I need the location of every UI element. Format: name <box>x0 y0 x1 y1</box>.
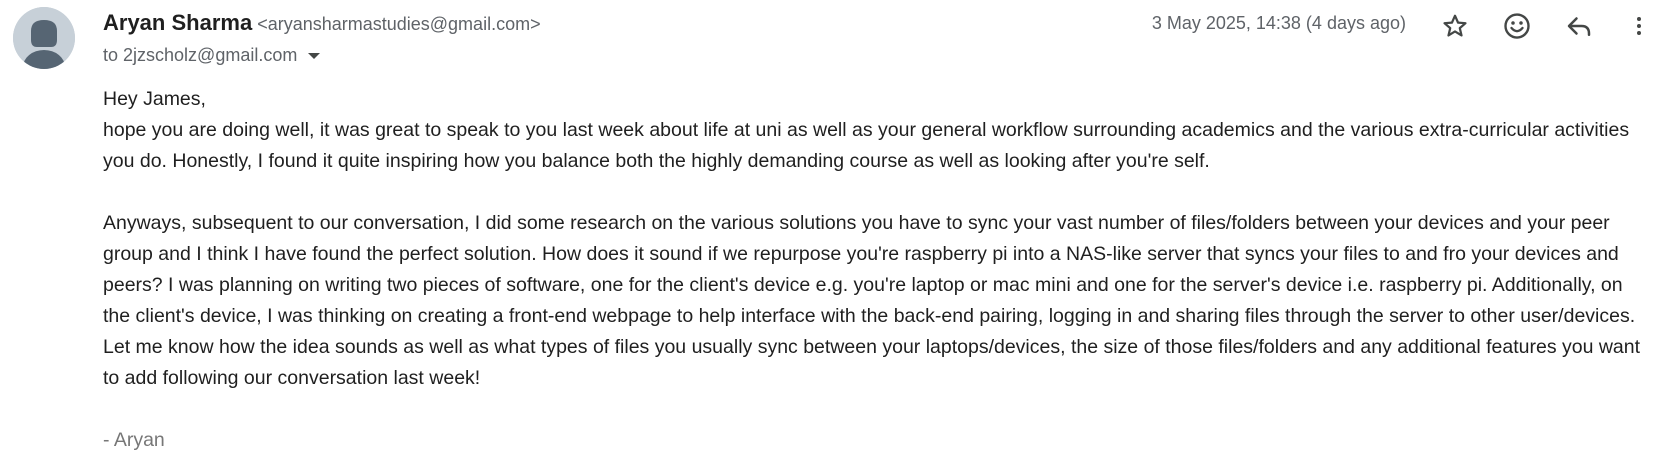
more-options-button[interactable] <box>1621 8 1657 44</box>
sender-name[interactable]: Aryan Sharma <box>103 10 252 36</box>
person-icon <box>13 7 75 69</box>
more-vert-icon <box>1637 17 1641 35</box>
recipient-text: to 2jzscholz@gmail.com <box>103 45 298 65</box>
add-reaction-button[interactable] <box>1499 8 1535 44</box>
signature: - Aryan <box>103 429 165 451</box>
greeting: Hey James, <box>103 88 206 110</box>
reply-button[interactable] <box>1561 8 1597 44</box>
show-details-dropdown-icon[interactable] <box>300 46 328 66</box>
email-timestamp: 3 May 2025, 14:38 (4 days ago) <box>1151 13 1406 33</box>
star-icon <box>1443 14 1467 37</box>
sender-email: <aryansharmastudies@gmail.com> <box>257 14 541 34</box>
reply-icon <box>1567 17 1591 36</box>
email-message: Aryan Sharma <aryansharmastudies@gmail.c… <box>0 0 1659 464</box>
avatar[interactable] <box>13 7 75 69</box>
recipient-line: to 2jzscholz@gmail.com <box>103 45 328 66</box>
sender-line: Aryan Sharma <aryansharmastudies@gmail.c… <box>103 10 541 36</box>
body-paragraph-2: Anyways, subsequent to our conversation,… <box>103 212 1641 389</box>
star-button[interactable] <box>1437 8 1473 44</box>
email-body: Hey James, hope you are doing well, it w… <box>103 84 1655 456</box>
emoji-icon <box>1504 13 1530 39</box>
email-header: Aryan Sharma <aryansharmastudies@gmail.c… <box>103 8 1659 68</box>
body-paragraph-1: hope you are doing well, it was great to… <box>103 119 1630 172</box>
